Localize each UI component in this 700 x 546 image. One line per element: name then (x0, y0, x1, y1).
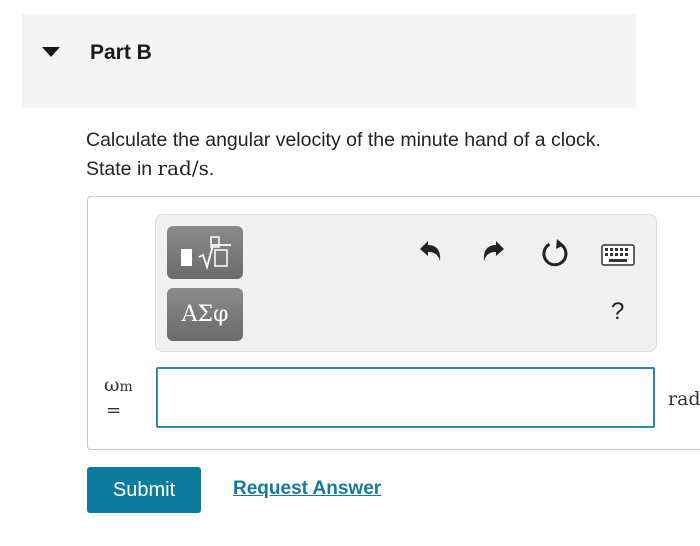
request-answer-link[interactable]: Request Answer (233, 478, 381, 500)
question-unit: rad/s (157, 156, 209, 180)
equals-sign: = (106, 400, 122, 421)
submit-button[interactable]: Submit (87, 467, 201, 513)
part-header: Part B (22, 14, 636, 108)
square-root-template-icon (181, 235, 231, 270)
reset-icon[interactable] (540, 238, 570, 268)
redo-arrow-icon[interactable] (478, 238, 506, 266)
part-title: Part B (90, 41, 152, 64)
keyboard-icon[interactable] (601, 244, 635, 266)
variable-symbol: ω (104, 374, 120, 396)
unit-label: rad/s (668, 388, 700, 410)
question-suffix: . (208, 158, 215, 180)
variable-subscript: m (119, 379, 133, 395)
collapse-caret-icon[interactable] (42, 47, 60, 57)
templates-button[interactable] (167, 226, 243, 279)
help-button[interactable]: ? (611, 298, 624, 326)
question-text: Calculate the angular velocity of the mi… (86, 126, 646, 183)
answer-input[interactable] (156, 367, 655, 428)
greek-symbols-button[interactable]: ΑΣφ (167, 288, 243, 341)
undo-arrow-icon[interactable] (418, 238, 446, 266)
variable-label: ωm (104, 374, 133, 396)
